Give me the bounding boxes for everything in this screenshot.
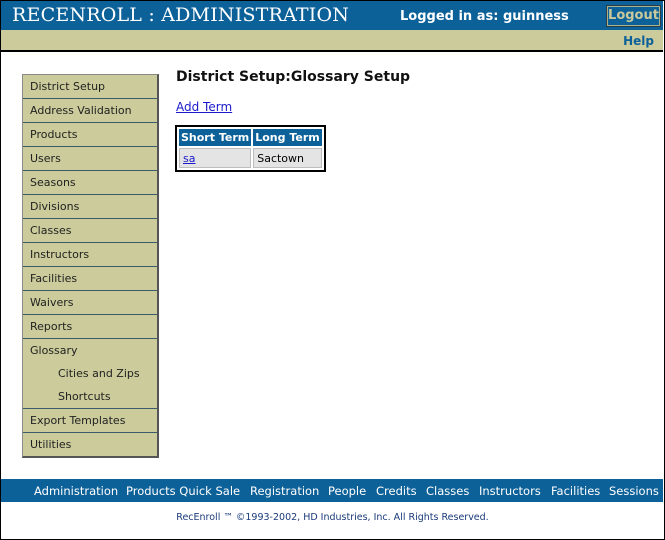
logged-in-status: Logged in as: guinness (400, 9, 569, 24)
sidebar-item-export-templates[interactable]: Export Templates (23, 409, 157, 433)
sidebar-subitem-shortcuts[interactable]: Shortcuts (23, 385, 157, 409)
sidebar-item-reports[interactable]: Reports (23, 315, 157, 339)
sidebar-item-glossary[interactable]: Glossary (23, 339, 157, 362)
column-header-long-term: Long Term (253, 129, 322, 146)
footer-nav-products-quick-sale[interactable]: Products Quick Sale (126, 484, 240, 498)
copyright-text: RecEnroll ™ ©1993-2002, HD Industries, I… (176, 512, 489, 523)
sidebar-item-utilities[interactable]: Utilities (23, 433, 157, 456)
app-title: RECENROLL : ADMINISTRATION (12, 4, 350, 26)
glossary-table: Short Term Long Term sa Sactown (175, 125, 326, 172)
help-link[interactable]: Help (623, 34, 654, 48)
add-term-link[interactable]: Add Term (176, 100, 232, 114)
short-term-cell: sa (179, 148, 252, 168)
logout-button[interactable]: Logout (606, 5, 661, 27)
footer-nav-registration[interactable]: Registration (250, 484, 319, 498)
sidebar-item-instructors[interactable]: Instructors (23, 243, 157, 267)
top-bar: RECENROLL : ADMINISTRATION Logged in as:… (1, 1, 663, 30)
sidebar-item-products[interactable]: Products (23, 123, 157, 147)
sidebar-item-address-validation[interactable]: Address Validation (23, 99, 157, 123)
sidebar-item-district-setup[interactable]: District Setup (23, 75, 157, 99)
table-row: sa Sactown (179, 148, 322, 168)
table-header-row: Short Term Long Term (179, 129, 322, 146)
sub-bar: Help (1, 30, 663, 52)
sidebar-item-divisions[interactable]: Divisions (23, 195, 157, 219)
footer-nav-facilities[interactable]: Facilities (551, 484, 600, 498)
sidebar-item-waivers[interactable]: Waivers (23, 291, 157, 315)
footer-nav-instructors[interactable]: Instructors (479, 484, 541, 498)
short-term-link[interactable]: sa (183, 152, 195, 165)
footer-nav-sessions[interactable]: Sessions (609, 484, 659, 498)
footer-nav-classes[interactable]: Classes (426, 484, 469, 498)
sidebar-menu: District Setup Address Validation Produc… (22, 74, 159, 458)
footer-nav: Administration Products Quick Sale Regis… (1, 479, 663, 502)
sidebar-item-users[interactable]: Users (23, 147, 157, 171)
sidebar-item-seasons[interactable]: Seasons (23, 171, 157, 195)
footer-nav-administration[interactable]: Administration (34, 484, 118, 498)
footer-nav-credits[interactable]: Credits (376, 484, 417, 498)
long-term-cell: Sactown (253, 148, 322, 168)
sidebar-item-facilities[interactable]: Facilities (23, 267, 157, 291)
sidebar-item-classes[interactable]: Classes (23, 219, 157, 243)
footer-nav-people[interactable]: People (328, 484, 366, 498)
sidebar-subitem-cities-and-zips[interactable]: Cities and Zips (23, 362, 157, 385)
page-title: District Setup:Glossary Setup (176, 69, 411, 85)
column-header-short-term: Short Term (179, 129, 252, 146)
